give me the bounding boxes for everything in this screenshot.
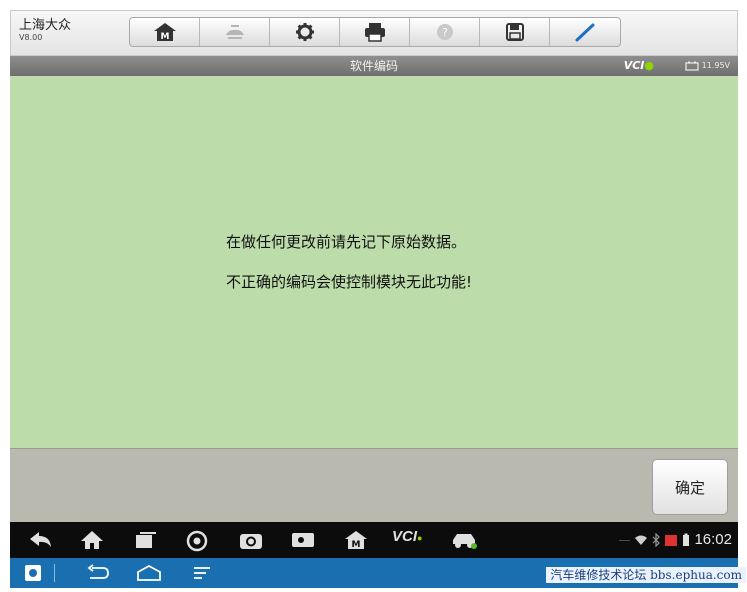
top-toolbar: 上海大众 V8.00 M ? (10, 10, 738, 56)
home-button[interactable]: M (130, 18, 200, 46)
save-icon (505, 23, 524, 41)
edit-button[interactable] (550, 18, 620, 46)
battery-status: 11.95V (685, 60, 730, 72)
battery-icon (685, 61, 699, 71)
vci-nav-indicator-icon: ● (417, 533, 423, 543)
car-icon[interactable] (450, 530, 478, 550)
vci-status: VCI● (624, 56, 654, 76)
status-area: — 16:02 (618, 530, 732, 550)
svg-text:?: ? (442, 26, 448, 39)
wifi-icon (635, 535, 648, 545)
ok-button[interactable]: 确定 (652, 459, 728, 515)
save-button[interactable] (480, 18, 550, 46)
app-switch-icon[interactable] (24, 564, 42, 582)
action-bar: 确定 (10, 448, 738, 522)
android-nav-bar: M VCI● — 16:02 (10, 522, 738, 558)
battery-level-icon (683, 533, 690, 546)
sys-home-icon[interactable] (136, 564, 162, 582)
system-bar: 汽车维修技术论坛 bbs.ephua.com (10, 558, 746, 588)
pen-icon (575, 23, 595, 42)
help-button[interactable]: ? (410, 18, 480, 46)
svg-text:M: M (352, 540, 361, 550)
title-bar: 软件编码 VCI● 11.95V (10, 56, 738, 76)
recent-apps-icon[interactable] (134, 530, 158, 550)
warning-line-2: 不正确的编码会使控制模块无此功能! (226, 273, 473, 291)
back-icon[interactable] (28, 530, 54, 550)
brand-version: V8.00 (19, 33, 43, 42)
settings-gear-icon (295, 23, 314, 41)
watermark: 汽车维修技术论坛 bbs.ephua.com (546, 567, 746, 583)
maxi-home-icon[interactable]: M (344, 530, 368, 550)
vci-label: VCI (623, 59, 645, 72)
minus-icon: — (618, 533, 631, 547)
vehicle-swap-button[interactable] (200, 18, 270, 46)
message-panel: 在做任何更改前请先记下原始数据。 不正确的编码会使控制模块无此功能! (10, 76, 738, 448)
help-icon: ? (436, 24, 453, 40)
bluetooth-icon (653, 533, 661, 547)
camera-icon[interactable] (238, 530, 264, 550)
tool-group: M ? (129, 17, 621, 47)
display-icon[interactable] (290, 530, 316, 550)
print-button[interactable] (340, 18, 410, 46)
chrome-icon[interactable] (186, 530, 208, 552)
separator (54, 564, 55, 582)
home-icon[interactable] (80, 530, 104, 550)
brand-name: 上海大众 (19, 18, 72, 33)
svg-text:M: M (160, 32, 169, 42)
brand: 上海大众 V8.00 (19, 18, 71, 43)
vci-nav-button[interactable]: VCI● (392, 528, 422, 545)
vehicle-swap-icon (225, 25, 244, 39)
printer-icon (364, 23, 385, 42)
vci-connected-icon: ● (644, 59, 654, 72)
warning-line-1: 在做任何更改前请先记下原始数据。 (226, 233, 467, 251)
home-m-icon: M (153, 23, 176, 42)
app-frame: 上海大众 V8.00 M ? 软件编码 VCI● 11.95V 在做任何更改前请… (10, 10, 746, 588)
signal-icon (665, 535, 678, 546)
settings-button[interactable] (270, 18, 340, 46)
battery-voltage: 11.95V (701, 61, 730, 70)
clock: 16:02 (694, 531, 732, 548)
sys-back-icon[interactable] (86, 564, 110, 582)
vci-nav-label: VCI (392, 528, 418, 545)
sys-menu-icon[interactable] (192, 564, 212, 582)
